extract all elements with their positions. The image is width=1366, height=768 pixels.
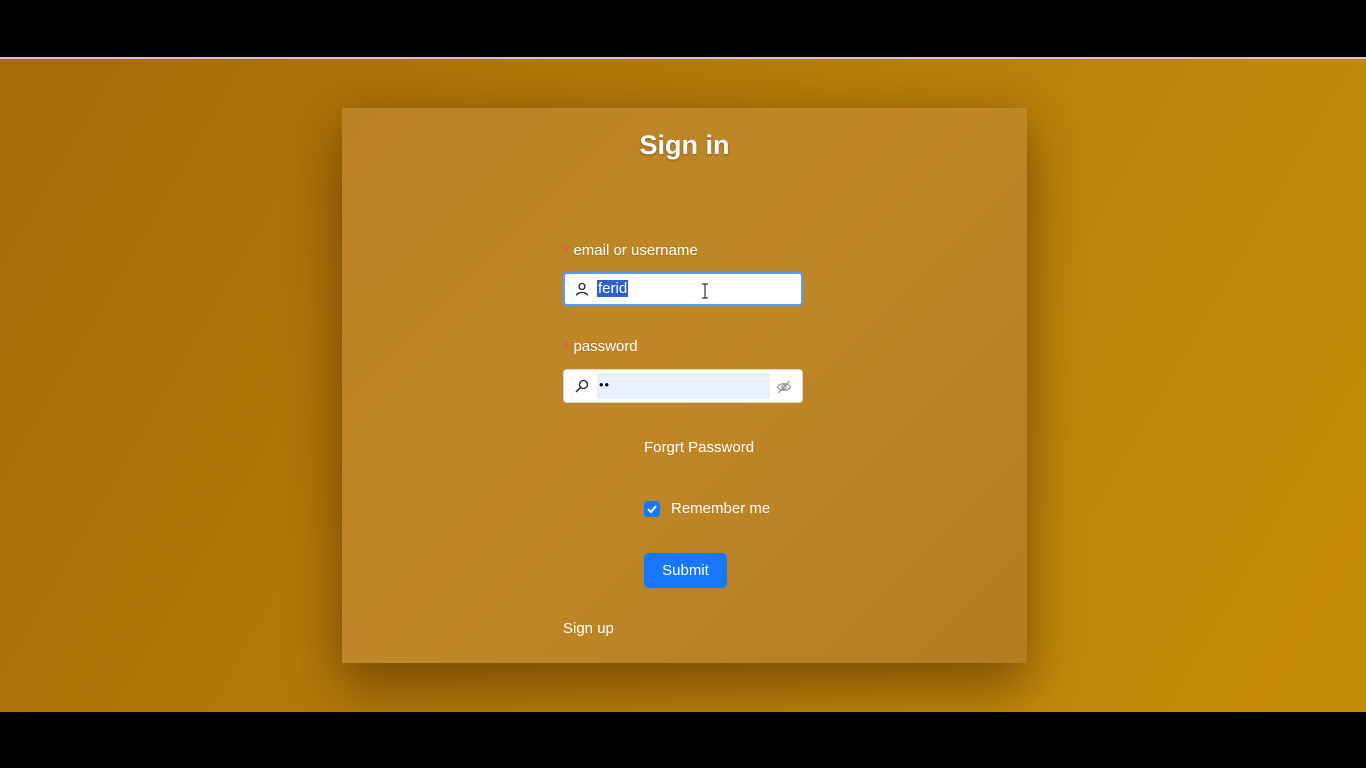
remember-me-label[interactable]: Remember me [671,500,770,517]
password-input[interactable]: •• [599,377,610,392]
key-icon [575,379,589,393]
sign-up-link[interactable]: Sign up [563,620,614,637]
password-autofill-highlight [597,373,770,399]
top-black-bar [0,0,1366,57]
bottom-black-bar [0,712,1366,768]
submit-button[interactable]: Submit [644,553,727,588]
username-field[interactable]: ferid [563,272,803,306]
remember-me-checkbox[interactable] [644,501,660,517]
signin-card: Sign in * email or username ferid * passwo… [342,108,1027,663]
eye-invisible-icon[interactable] [776,379,792,395]
password-label-text: password [573,338,638,355]
text-cursor-icon [701,283,709,299]
username-input[interactable]: ferid [597,280,629,297]
check-icon [647,505,657,514]
forgot-password-link[interactable]: Forgrt Password [644,439,754,456]
username-selected-text: ferid [597,280,629,297]
username-label: * email or username [563,242,698,259]
page-title: Sign in [639,130,730,160]
page-background: Sign in * email or username ferid * passwo… [0,59,1366,712]
password-label: * password [563,338,638,355]
password-field[interactable]: •• [563,369,803,403]
required-mark: * [563,242,569,258]
username-label-text: email or username [573,242,698,259]
user-icon [575,282,589,296]
required-mark: * [563,338,569,354]
